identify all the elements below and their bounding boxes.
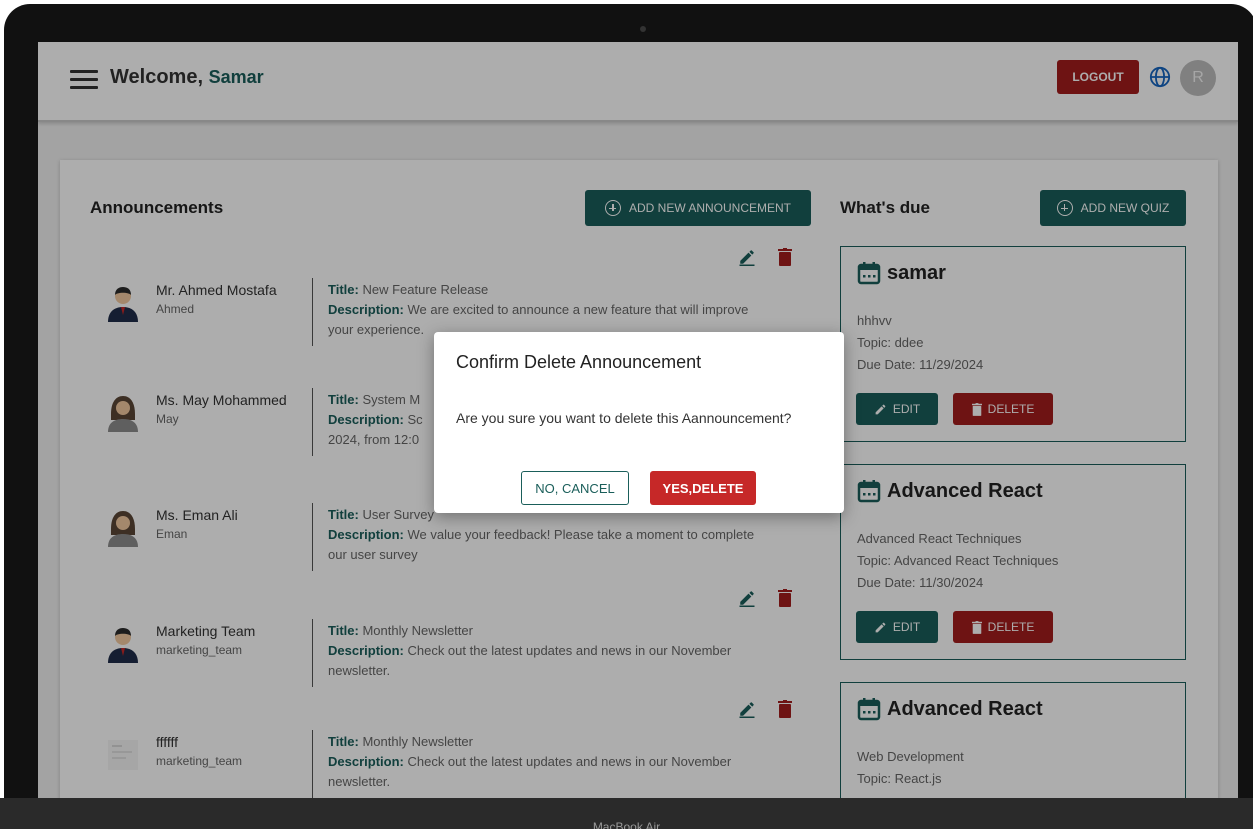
laptop-base: MacBook Air <box>0 798 1253 829</box>
cancel-button[interactable]: NO, CANCEL <box>521 471 629 505</box>
confirm-delete-dialog: Confirm Delete Announcement Are you sure… <box>434 332 844 513</box>
app-screen: Welcome, Samar LOGOUT R Announcements AD… <box>38 42 1238 798</box>
confirm-delete-button[interactable]: YES,DELETE <box>650 471 756 505</box>
device-label: MacBook Air <box>592 820 661 829</box>
dialog-message: Are you sure you want to delete this Aan… <box>456 410 792 426</box>
dialog-title: Confirm Delete Announcement <box>456 352 702 372</box>
camera-dot <box>640 26 646 32</box>
